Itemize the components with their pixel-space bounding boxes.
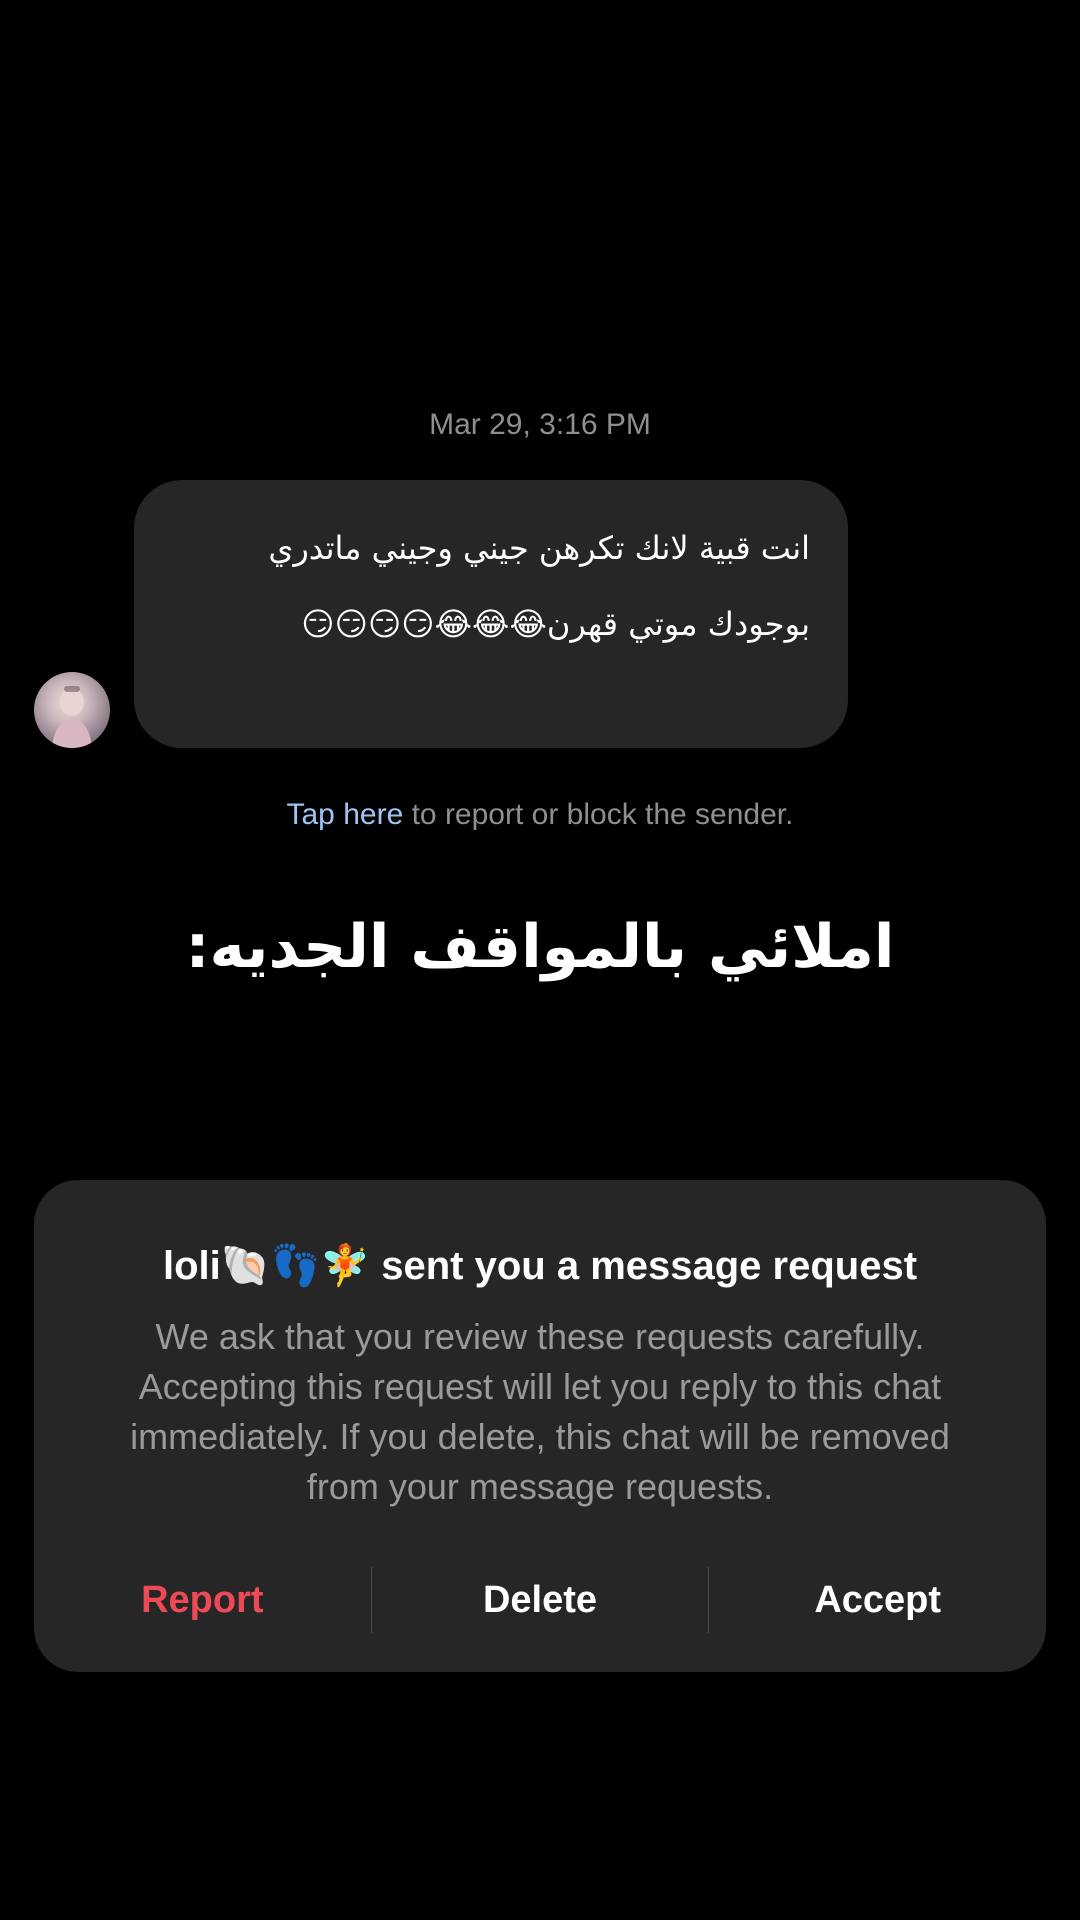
message-timestamp: Mar 29, 3:16 PM	[429, 408, 651, 441]
report-block-hint: Tap here to report or block the sender.	[0, 798, 1080, 832]
sender-avatar[interactable]	[34, 672, 110, 748]
request-description: We ask that you review these requests ca…	[130, 1316, 950, 1507]
request-title: loli🐚👣🧚 sent you a message request	[162, 1244, 918, 1288]
delete-button[interactable]: Delete	[372, 1579, 709, 1622]
message-text: انت قبية لانك تكرهن جيني وجيني ماتدري بو…	[268, 529, 810, 643]
accept-button[interactable]: Accept	[709, 1579, 1046, 1622]
tap-here-link[interactable]: Tap here	[287, 798, 404, 831]
report-button[interactable]: Report	[34, 1579, 371, 1622]
message-request-card: loli🐚👣🧚 sent you a message request We as…	[34, 1180, 1046, 1672]
report-hint-text: to report or block the sender.	[403, 798, 794, 831]
avatar-photo-icon	[52, 686, 92, 748]
overlay-caption: املائي بالمواقف الجديه:	[185, 912, 895, 982]
request-actions: Report Delete Accept	[34, 1560, 1046, 1640]
incoming-message-bubble[interactable]: انت قبية لانك تكرهن جيني وجيني ماتدري بو…	[134, 480, 848, 748]
